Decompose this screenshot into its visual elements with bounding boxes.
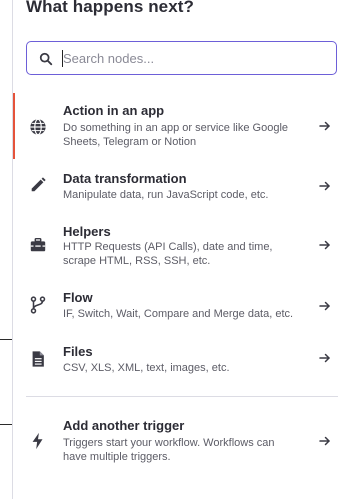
section-divider bbox=[26, 396, 338, 397]
item-description: IF, Switch, Wait, Compare and Merge data… bbox=[63, 308, 294, 320]
globe-icon bbox=[30, 118, 46, 136]
arrow-right-icon bbox=[319, 301, 330, 311]
search-input[interactable] bbox=[63, 48, 323, 68]
item-description: CSV, XLS, XML, text, images, etc. bbox=[63, 362, 230, 374]
node-category-data-transformation[interactable]: Data transformation Manipulate data, run… bbox=[13, 166, 342, 214]
item-description: Manipulate data, run JavaScript code, et… bbox=[63, 189, 269, 201]
search-box[interactable] bbox=[26, 41, 337, 75]
node-category-files[interactable]: Files CSV, XLS, XML, text, images, etc. bbox=[13, 339, 342, 387]
node-category-helpers[interactable]: Helpers HTTP Requests (API Calls), date … bbox=[13, 219, 342, 279]
canvas-connector-line bbox=[0, 339, 12, 340]
arrow-right-icon bbox=[319, 181, 330, 191]
node-category-action-in-an-app[interactable]: Action in an app Do something in an app … bbox=[13, 93, 342, 159]
panel-title: What happens next? bbox=[26, 0, 195, 16]
pencil-icon bbox=[31, 177, 46, 192]
search-icon bbox=[39, 52, 53, 66]
item-label: Flow bbox=[63, 290, 93, 305]
file-icon bbox=[32, 351, 44, 367]
item-label: Files bbox=[63, 344, 93, 359]
item-description: Triggers start your workflow. Workflows … bbox=[63, 437, 275, 463]
arrow-right-icon bbox=[319, 121, 330, 131]
canvas-connector-line bbox=[0, 424, 12, 425]
arrow-right-icon bbox=[319, 240, 330, 250]
item-description: HTTP Requests (API Calls), date and time… bbox=[63, 241, 273, 267]
toolbox-icon bbox=[30, 237, 46, 252]
bolt-icon bbox=[32, 432, 43, 450]
item-label: Action in an app bbox=[63, 103, 165, 118]
node-category-flow[interactable]: Flow IF, Switch, Wait, Compare and Merge… bbox=[13, 285, 342, 333]
item-label: Data transformation bbox=[63, 171, 187, 186]
add-another-trigger[interactable]: Add another trigger Triggers start your … bbox=[13, 413, 342, 469]
branch-icon bbox=[30, 296, 46, 314]
arrow-right-icon bbox=[319, 436, 330, 446]
arrow-right-icon bbox=[319, 353, 330, 363]
node-creator-panel: What happens next? Action in an app Do s… bbox=[0, 0, 342, 499]
item-label: Add another trigger bbox=[63, 418, 185, 433]
item-description: Do something in an app or service like G… bbox=[63, 122, 289, 148]
item-label: Helpers bbox=[63, 224, 111, 239]
